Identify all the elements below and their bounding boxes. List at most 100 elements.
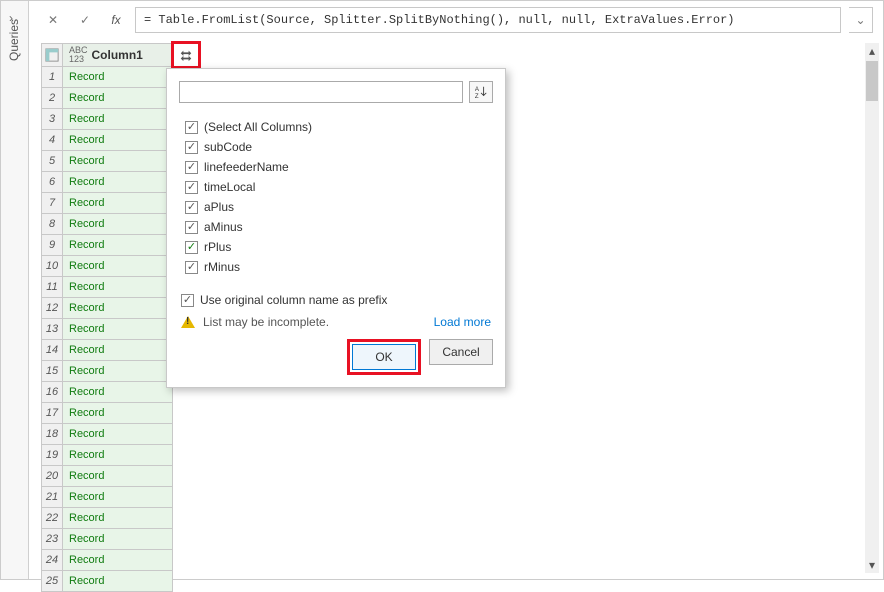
row-number[interactable]: 1 xyxy=(41,67,63,88)
cell-value[interactable]: Record xyxy=(63,67,173,88)
cell-value[interactable]: Record xyxy=(63,571,173,592)
row-number[interactable]: 18 xyxy=(41,424,63,445)
cell-value[interactable]: Record xyxy=(63,256,173,277)
table-row[interactable]: 19Record xyxy=(41,445,863,466)
column-checkbox[interactable] xyxy=(185,221,198,234)
cell-value[interactable]: Record xyxy=(63,319,173,340)
row-number[interactable]: 9 xyxy=(41,235,63,256)
type-any-icon: ABC 123 xyxy=(69,46,88,64)
cell-value[interactable]: Record xyxy=(63,340,173,361)
row-number[interactable]: 7 xyxy=(41,193,63,214)
cell-value[interactable]: Record xyxy=(63,214,173,235)
row-number[interactable]: 21 xyxy=(41,487,63,508)
row-number[interactable]: 6 xyxy=(41,172,63,193)
sort-az-button[interactable]: AZ xyxy=(469,81,493,103)
row-number[interactable]: 11 xyxy=(41,277,63,298)
row-number[interactable]: 2 xyxy=(41,88,63,109)
table-row[interactable]: 20Record xyxy=(41,466,863,487)
row-number[interactable]: 10 xyxy=(41,256,63,277)
table-row[interactable]: 23Record xyxy=(41,529,863,550)
commit-formula-icon[interactable]: ✓ xyxy=(73,7,97,33)
column-checkbox[interactable] xyxy=(185,241,198,254)
column-header-column1[interactable]: ABC 123 Column1 xyxy=(63,43,173,67)
cell-value[interactable]: Record xyxy=(63,298,173,319)
column-checkbox[interactable] xyxy=(185,161,198,174)
fx-label[interactable]: fx xyxy=(105,7,127,33)
row-number[interactable]: 19 xyxy=(41,445,63,466)
ok-button[interactable]: OK xyxy=(352,344,416,370)
row-number[interactable]: 20 xyxy=(41,466,63,487)
cell-value[interactable]: Record xyxy=(63,193,173,214)
cell-value[interactable]: Record xyxy=(63,424,173,445)
formula-input[interactable]: = Table.FromList(Source, Splitter.SplitB… xyxy=(135,7,841,33)
column-checkbox-row[interactable]: aMinus xyxy=(185,217,487,237)
row-number[interactable]: 8 xyxy=(41,214,63,235)
cell-value[interactable]: Record xyxy=(63,109,173,130)
row-number[interactable]: 5 xyxy=(41,151,63,172)
cell-value[interactable]: Record xyxy=(63,361,173,382)
row-number[interactable]: 24 xyxy=(41,550,63,571)
table-row[interactable]: 21Record xyxy=(41,487,863,508)
column-checkbox-label: linefeederName xyxy=(204,160,289,174)
row-number[interactable]: 14 xyxy=(41,340,63,361)
row-number[interactable]: 4 xyxy=(41,130,63,151)
ok-button-highlight: OK xyxy=(347,339,421,375)
cell-value[interactable]: Record xyxy=(63,151,173,172)
table-row[interactable]: 24Record xyxy=(41,550,863,571)
cancel-button[interactable]: Cancel xyxy=(429,339,493,365)
column-checkbox-row[interactable]: aPlus xyxy=(185,197,487,217)
column-checkbox-label: (Select All Columns) xyxy=(204,120,312,134)
cell-value[interactable]: Record xyxy=(63,487,173,508)
column-checkbox[interactable] xyxy=(185,261,198,274)
scroll-up-icon[interactable]: ▴ xyxy=(865,43,879,59)
table-row[interactable]: 22Record xyxy=(41,508,863,529)
row-number[interactable]: 12 xyxy=(41,298,63,319)
row-number[interactable]: 25 xyxy=(41,571,63,592)
column-checkbox-label: rMinus xyxy=(204,260,240,274)
column-checkbox-row[interactable]: subCode xyxy=(185,137,487,157)
table-corner-icon[interactable] xyxy=(41,43,63,67)
cell-value[interactable]: Record xyxy=(63,466,173,487)
cell-value[interactable]: Record xyxy=(63,277,173,298)
row-number[interactable]: 15 xyxy=(41,361,63,382)
cell-value[interactable]: Record xyxy=(63,445,173,466)
use-prefix-checkbox[interactable] xyxy=(181,294,194,307)
column-checkbox[interactable] xyxy=(185,181,198,194)
column-checkbox[interactable] xyxy=(185,121,198,134)
cell-value[interactable]: Record xyxy=(63,403,173,424)
column-checkbox[interactable] xyxy=(185,141,198,154)
column-checkbox-row[interactable]: timeLocal xyxy=(185,177,487,197)
scroll-thumb[interactable] xyxy=(866,61,878,101)
queries-panel-collapsed[interactable]: › Queries xyxy=(1,1,29,579)
queries-label: Queries xyxy=(7,19,21,61)
row-number[interactable]: 13 xyxy=(41,319,63,340)
row-number[interactable]: 3 xyxy=(41,109,63,130)
cell-value[interactable]: Record xyxy=(63,508,173,529)
column-checkbox-row[interactable]: linefeederName xyxy=(185,157,487,177)
row-number[interactable]: 23 xyxy=(41,529,63,550)
column-checkbox-row[interactable]: rMinus xyxy=(185,257,487,277)
formula-dropdown-icon[interactable]: ⌄ xyxy=(849,7,873,33)
cancel-formula-icon[interactable]: ✕ xyxy=(41,7,65,33)
table-row[interactable]: 18Record xyxy=(41,424,863,445)
table-row[interactable]: 25Record xyxy=(41,571,863,592)
cell-value[interactable]: Record xyxy=(63,130,173,151)
column-checkbox-row[interactable]: (Select All Columns) xyxy=(185,117,487,137)
cell-value[interactable]: Record xyxy=(63,382,173,403)
column-checkbox-row[interactable]: rPlus xyxy=(185,237,487,257)
cell-value[interactable]: Record xyxy=(63,550,173,571)
cell-value[interactable]: Record xyxy=(63,529,173,550)
row-number[interactable]: 16 xyxy=(41,382,63,403)
load-more-link[interactable]: Load more xyxy=(434,315,491,329)
cell-value[interactable]: Record xyxy=(63,172,173,193)
expand-column-button[interactable] xyxy=(173,43,199,67)
cell-value[interactable]: Record xyxy=(63,235,173,256)
column-checkbox[interactable] xyxy=(185,201,198,214)
cell-value[interactable]: Record xyxy=(63,88,173,109)
vertical-scrollbar[interactable]: ▴ ▾ xyxy=(865,43,879,573)
row-number[interactable]: 22 xyxy=(41,508,63,529)
row-number[interactable]: 17 xyxy=(41,403,63,424)
table-row[interactable]: 17Record xyxy=(41,403,863,424)
scroll-down-icon[interactable]: ▾ xyxy=(865,557,879,573)
search-columns-input[interactable] xyxy=(179,81,463,103)
